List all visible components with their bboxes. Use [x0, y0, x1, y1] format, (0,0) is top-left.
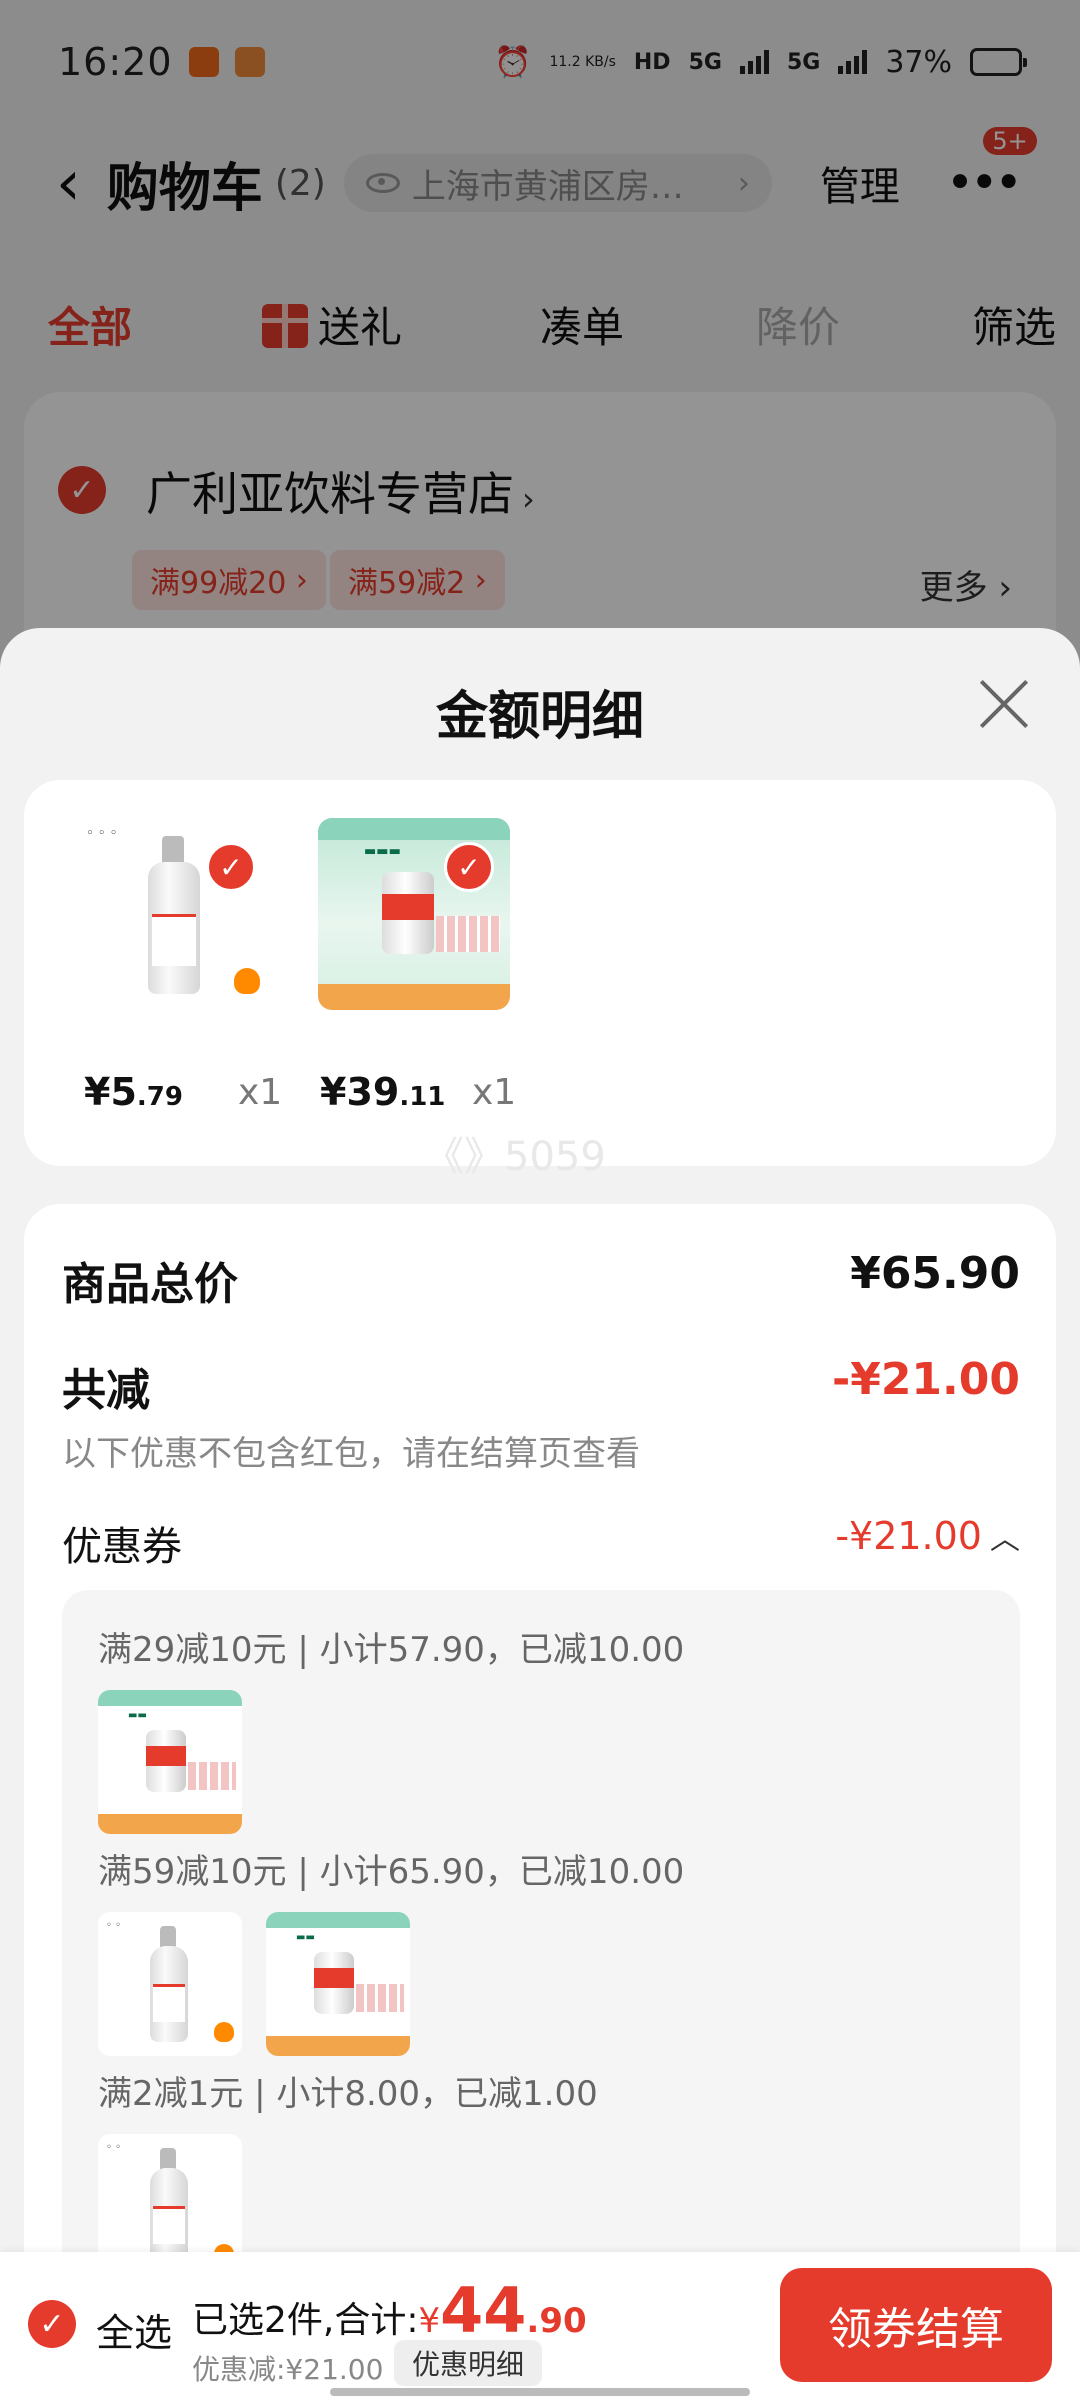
reduce-note: 以下优惠不包含红包，请在结算页查看	[62, 1434, 640, 1474]
price-dec: .11	[399, 1082, 446, 1112]
item-checkbox-2[interactable]: ✓	[444, 842, 494, 892]
sheet-title: 金额明细	[435, 687, 644, 747]
chevron-up-icon: ︿	[990, 1522, 1020, 1557]
item-price-2: ¥39.11	[320, 1070, 445, 1114]
item-price-1: ¥5.79	[84, 1070, 183, 1114]
can-banner-mark: ▬▬▬	[364, 844, 401, 859]
discount-text: 优惠减:¥21.00	[192, 2353, 384, 2386]
selected-prefix: 已选2件,合计:	[192, 2300, 419, 2341]
coupon-value: -¥21.00	[835, 1514, 982, 1558]
coupon-label: 优惠券	[62, 1524, 182, 1570]
coupon-toggle[interactable]: -¥21.00 ︿	[835, 1514, 1020, 1558]
total-int: 44	[440, 2274, 527, 2347]
item-checkbox-1[interactable]: ✓	[206, 842, 256, 892]
coupon-rule-2: 满59减10元 | 小计65.90，已减10.00	[98, 1852, 685, 1892]
rule-1-product-can: ▬▬	[98, 1690, 242, 1834]
total-currency: ¥	[418, 2301, 441, 2341]
watermark-text: 《》5059	[424, 1134, 606, 1180]
amount-detail-sheet: 金额明细 ◦ ◦ ◦ ✓ ▬▬▬ ✓ ¥5.79 x1 ¥39.11 x1 《》…	[0, 628, 1080, 2400]
select-all-checkbox[interactable]: ✓	[28, 2300, 76, 2348]
coupon-rule-1: 满29减10元 | 小计57.90，已减10.00	[98, 1630, 685, 1670]
selected-summary: 已选2件,合计:¥44.90	[192, 2274, 587, 2347]
checkout-bar: ✓ 全选 已选2件,合计:¥44.90 优惠减:¥21.00 优惠明细 领券结算	[0, 2252, 1080, 2400]
discount-detail-button[interactable]: 优惠明细	[394, 2340, 543, 2386]
price-detail-card: 商品总价 ¥65.90 共减 -¥21.00 以下优惠不包含红包，请在结算页查看…	[24, 1204, 1056, 2400]
checkout-button[interactable]: 领券结算	[780, 2268, 1052, 2382]
price-dec: .79	[136, 1082, 183, 1112]
reduce-value: -¥21.00	[831, 1354, 1020, 1405]
selected-items-card: ◦ ◦ ◦ ✓ ▬▬▬ ✓ ¥5.79 x1 ¥39.11 x1 《》5059	[24, 780, 1056, 1180]
home-indicator[interactable]	[330, 2388, 750, 2396]
close-icon[interactable]	[978, 678, 1030, 730]
brand-logo-mark: ◦ ◦ ◦	[86, 826, 118, 841]
rule-2-product-can: ▬▬	[266, 1912, 410, 2056]
reduce-label: 共减	[62, 1365, 150, 1416]
price-int: ¥5	[84, 1070, 137, 1114]
total-label: 商品总价	[62, 1259, 238, 1310]
total-dec: .90	[526, 2301, 587, 2341]
flame-icon	[234, 968, 260, 994]
item-qty-1: x1	[238, 1072, 283, 1113]
item-qty-2: x1	[472, 1072, 517, 1113]
price-int: ¥39	[320, 1070, 400, 1114]
rule-2-product-bottle: ◦ ◦	[98, 1912, 242, 2056]
total-value: ¥65.90	[850, 1248, 1020, 1299]
coupon-rule-3: 满2减1元 | 小计8.00，已减1.00	[98, 2074, 598, 2114]
select-all-label[interactable]: 全选	[96, 2302, 172, 2357]
